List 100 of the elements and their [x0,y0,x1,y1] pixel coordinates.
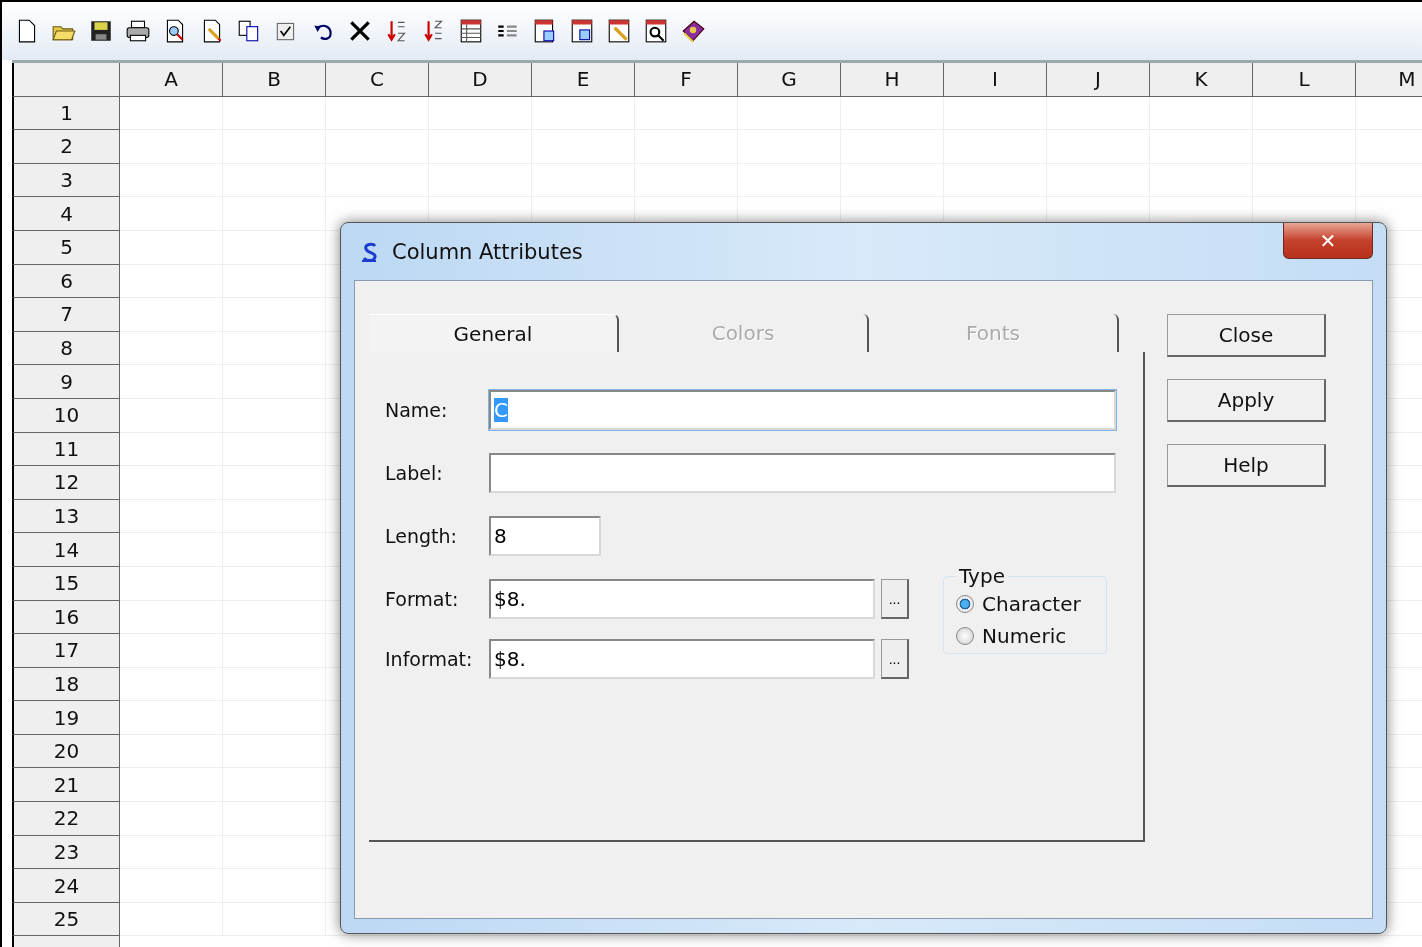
row-header[interactable]: 24 [12,869,120,903]
field-label: Informat: [385,648,474,670]
grid-cell[interactable] [635,96,738,131]
row-header[interactable]: 5 [12,230,120,265]
grid-cell[interactable] [326,96,429,131]
row-header[interactable]: 8 [12,331,120,366]
column-header[interactable]: J [1047,63,1150,97]
row-header[interactable]: 25 [12,902,120,937]
column-header[interactable]: D [429,63,532,97]
row-header[interactable]: 20 [12,734,120,769]
row-header[interactable]: 23 [12,835,120,870]
grid-cell[interactable] [120,802,223,836]
row-header[interactable]: 4 [12,197,120,231]
corner-cell[interactable] [12,63,120,97]
column-header[interactable]: G [738,63,841,97]
grid-cell[interactable] [120,230,223,265]
grid-cell[interactable] [120,869,223,903]
grid-cell[interactable] [120,600,223,635]
grid-cell[interactable] [1047,96,1150,131]
grid-cell[interactable] [1150,96,1253,131]
dialog-button[interactable]: Apply [1167,379,1326,422]
dialog-button[interactable]: Close [1167,314,1326,357]
row-header[interactable]: 2 [12,130,120,164]
grid-cell[interactable] [120,768,223,803]
column-header[interactable]: K [1150,63,1253,97]
column-header[interactable]: A [120,63,223,97]
grid-cell[interactable] [120,701,223,735]
grid-cell[interactable] [120,499,223,534]
column-header[interactable]: L [1253,63,1356,97]
row-header[interactable]: 18 [12,667,120,702]
row-header[interactable]: 1 [12,96,120,131]
row-header[interactable]: 3 [12,163,120,198]
radio-button[interactable] [956,627,974,645]
grid-cell[interactable] [120,331,223,366]
grid-cell[interactable] [120,365,223,399]
grid-cell[interactable] [120,734,223,769]
row-header[interactable]: 15 [12,566,120,601]
column-header[interactable]: I [944,63,1047,97]
row-header[interactable]: 10 [12,398,120,433]
window-title: Column Attributes [392,239,583,264]
row-header[interactable]: 9 [12,365,120,399]
browse-button[interactable]: ... [881,579,909,619]
input-field[interactable]: 8 [489,516,601,556]
row-header[interactable]: 21 [12,768,120,803]
grid-cell[interactable] [120,96,223,131]
grid-cell[interactable] [120,667,223,702]
column-header[interactable]: F [635,63,738,97]
grid-cell[interactable] [120,533,223,567]
column-header[interactable]: H [841,63,944,97]
grid-cell[interactable] [223,96,326,131]
grid-cell[interactable] [120,264,223,299]
row-header[interactable]: 14 [12,533,120,567]
grid-cell[interactable] [120,163,223,198]
input-field[interactable]: $8. [489,579,875,619]
row-header[interactable]: 6 [12,264,120,299]
close-button[interactable]: ✕ [1283,223,1373,259]
row-header[interactable]: 7 [12,298,120,332]
printer-icon[interactable] [125,18,151,44]
input-field[interactable] [489,453,1116,493]
grid-cell[interactable] [944,96,1047,131]
table-edit-icon[interactable] [606,18,632,44]
table-icon[interactable] [458,18,484,44]
grid-cell[interactable] [1253,96,1356,131]
grid-cell[interactable] [120,902,223,937]
table-properties-icon[interactable] [569,18,595,44]
radio-button[interactable] [956,595,974,613]
row-header[interactable]: 17 [12,634,120,668]
delete-icon[interactable] [347,18,373,44]
row-header[interactable]: 22 [12,802,120,836]
column-header[interactable]: C [326,63,429,97]
grid-cell[interactable] [120,466,223,500]
input-field[interactable]: $8. [489,639,875,679]
field-label: Length: [385,525,458,547]
grid-cell[interactable] [120,835,223,870]
row-header[interactable]: 16 [12,600,120,635]
grid-cell[interactable] [120,566,223,601]
grid-cell[interactable] [429,96,532,131]
table-search-icon[interactable] [643,18,669,44]
grid-cell[interactable] [738,96,841,131]
dialog-button[interactable]: Help [1167,444,1326,487]
row-header[interactable]: 19 [12,701,120,735]
browse-button[interactable]: ... [881,639,909,679]
grid-cell[interactable] [120,634,223,668]
grid-cell[interactable] [120,298,223,332]
grid-cell[interactable] [120,398,223,433]
grid-cell[interactable] [120,432,223,467]
grid-cell[interactable] [841,96,944,131]
row-header[interactable]: 13 [12,499,120,534]
row-header[interactable]: 12 [12,466,120,500]
column-header[interactable]: B [223,63,326,97]
grid-cell[interactable] [120,197,223,231]
row-header[interactable]: 11 [12,432,120,467]
column-header[interactable]: M [1356,63,1422,97]
save-icon[interactable] [88,18,114,44]
grid-cell[interactable] [532,96,635,131]
column-header[interactable]: E [532,63,635,97]
help-book-icon[interactable] [680,18,706,44]
radio-label: Character [982,592,1081,616]
grid-cell[interactable] [120,130,223,164]
tab[interactable]: General [369,314,619,352]
